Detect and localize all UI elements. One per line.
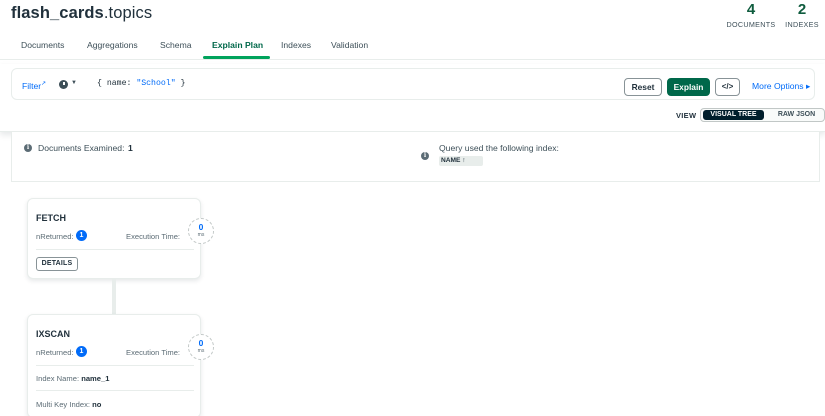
indexes-label: INDEXES <box>785 20 819 29</box>
execution-time-value: 0 <box>198 222 204 232</box>
collection-header: flash_cards.topics 4 DOCUMENTS 2 INDEXES… <box>0 0 825 62</box>
chevron-down-icon[interactable]: ▼ <box>71 80 77 86</box>
explain-button[interactable]: Explain <box>667 78 710 96</box>
explain-summary: i Documents Examined: 1 i Query used the… <box>11 132 820 182</box>
multikey-row: Multi Key Index: no <box>36 400 101 409</box>
more-options-button[interactable]: More Options ▸ <box>752 81 810 92</box>
active-tab-indicator <box>203 56 270 59</box>
clock-icon[interactable] <box>59 80 68 89</box>
query-value: "School" <box>136 79 176 88</box>
docs-examined-label: Documents Examined: <box>38 143 125 153</box>
execution-time-unit: ms <box>197 348 205 354</box>
index-name-label: Index Name: <box>36 374 80 383</box>
tab-documents[interactable]: Documents <box>21 40 64 50</box>
view-switcher-row: VIEW VISUAL TREE RAW JSON <box>0 108 825 126</box>
tab-validation[interactable]: Validation <box>331 40 368 50</box>
tab-explain-plan[interactable]: Explain Plan <box>212 40 263 50</box>
reset-button[interactable]: Reset <box>624 78 662 96</box>
nreturned-badge: 1 <box>76 230 87 241</box>
more-options-label: More Options <box>752 81 804 91</box>
query-toolbar: Filter↗ ▼ { name: "School" } Reset Expla… <box>0 64 825 132</box>
collection-name: .topics <box>103 4 153 22</box>
info-icon: i <box>421 152 429 160</box>
query-bar: Filter↗ ▼ { name: "School" } Reset Expla… <box>11 68 815 100</box>
execution-time-clock: 0 ms <box>188 334 214 360</box>
documents-stat: 4 DOCUMENTS <box>726 1 776 29</box>
visual-tree-toggle[interactable]: VISUAL TREE <box>703 110 764 120</box>
view-label: VIEW <box>676 111 697 120</box>
filter-link[interactable]: Filter↗ <box>22 80 46 91</box>
filter-input[interactable]: { name: "School" } <box>97 79 185 88</box>
raw-json-toggle[interactable]: RAW JSON <box>769 110 824 120</box>
query-suffix: } <box>175 79 186 88</box>
multikey-value: no <box>92 400 102 409</box>
stage-connector <box>112 279 116 314</box>
tab-schema[interactable]: Schema <box>160 40 192 50</box>
execution-time-label: Execution Time: <box>126 232 181 241</box>
execution-time-value: 0 <box>198 338 204 348</box>
execution-time-unit: ms <box>197 232 205 238</box>
code-icon[interactable]: </> <box>715 78 740 96</box>
nreturned-label: nReturned: <box>36 348 74 357</box>
arrow-up-icon: ↑ <box>462 157 466 164</box>
index-badge: NAME ↑ <box>439 156 483 166</box>
index-name-value: name_1 <box>81 374 110 383</box>
divider <box>36 365 194 366</box>
index-name-row: Index Name: name_1 <box>36 374 109 383</box>
view-segmented-control: VISUAL TREE RAW JSON <box>700 108 825 122</box>
external-link-icon: ↗ <box>41 81 47 87</box>
tab-aggregations[interactable]: Aggregations <box>87 40 138 50</box>
collection-tabs: Documents Aggregations Schema Explain Pl… <box>0 36 825 60</box>
stage-card-ixscan: IXSCAN nReturned: 1 Execution Time: 0 ms… <box>27 314 214 416</box>
details-button[interactable]: DETAILS <box>36 257 78 271</box>
info-icon: i <box>24 144 32 152</box>
tab-indexes[interactable]: Indexes <box>281 40 311 50</box>
nreturned-badge: 1 <box>76 346 87 357</box>
nreturned-label: nReturned: <box>36 232 74 241</box>
caret-right-icon: ▸ <box>805 81 811 91</box>
collection-title: flash_cards.topics <box>11 4 152 23</box>
multikey-label: Multi Key Index: <box>36 400 91 409</box>
stage-title: IXSCAN <box>36 329 71 339</box>
query-prefix: { name: <box>97 79 137 88</box>
execution-time-clock: 0 ms <box>188 218 214 244</box>
documents-label: DOCUMENTS <box>726 20 776 29</box>
stage-card-fetch: FETCH nReturned: 1 Execution Time: 0 ms … <box>27 198 214 279</box>
indexes-count: 2 <box>797 1 807 18</box>
divider <box>36 390 194 391</box>
index-used-label: Query used the following index: <box>439 143 559 153</box>
docs-examined-value: 1 <box>128 143 133 153</box>
execution-time-label: Execution Time: <box>126 348 181 357</box>
filter-label: Filter <box>22 80 42 91</box>
database-name: flash_cards <box>11 4 104 22</box>
indexes-stat: 2 INDEXES <box>784 1 820 29</box>
index-badge-label: NAME <box>441 157 461 164</box>
divider <box>36 249 194 250</box>
stage-title: FETCH <box>36 213 66 223</box>
documents-count: 4 <box>746 1 756 18</box>
